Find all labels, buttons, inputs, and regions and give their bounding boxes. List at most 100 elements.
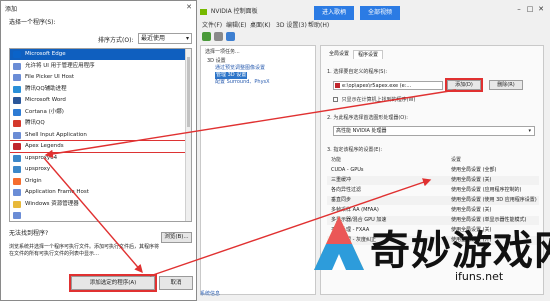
back-icon[interactable] — [202, 32, 211, 41]
close-icon[interactable]: ✕ — [536, 4, 546, 14]
app-icon — [13, 74, 21, 81]
settings-row[interactable]: 各向异性过滤 使用全局设置 (应用程序控制的) — [327, 186, 539, 195]
program-list-item[interactable]: Microsoft Edge — [10, 49, 186, 60]
feature-setting: 使用全局设置 (应用程序控制的) — [451, 187, 522, 193]
program-list-item[interactable]: 允许将 UI 用于管理应用程序 — [10, 61, 186, 72]
toolbar — [200, 31, 542, 43]
forward-icon[interactable] — [214, 32, 223, 41]
folder-icon — [13, 200, 21, 208]
tree-item-preview[interactable]: 通过预览调整图像设置 — [215, 65, 265, 72]
menu-bar: 文件(F) 编辑(E) 桌面(K) 3D 设置(3) 帮助(H) — [200, 21, 542, 31]
program-list-item[interactable]: Origin — [10, 176, 186, 187]
list-scrollbar[interactable] — [185, 49, 191, 221]
program-list-item[interactable]: 腾讯QQ — [10, 118, 186, 129]
close-icon[interactable]: ✕ — [186, 3, 192, 11]
origin-icon — [13, 177, 21, 185]
settings-row[interactable]: CUDA - GPUs 使用全局设置 (全部) — [327, 166, 539, 175]
sort-select-value: 最近使用 — [141, 35, 166, 42]
apex-icon — [13, 143, 21, 150]
tree-item-manage-3d[interactable]: 管理 3D 设置 — [215, 72, 248, 79]
step2-label: 2. 为此程序选择首选图形处理器(O): — [327, 115, 408, 121]
program-list-item[interactable]: 腾讯QQ辅助进程 — [10, 84, 186, 95]
step1-label: 1. 选择要自定义的程序(S): — [327, 69, 388, 75]
home-icon[interactable] — [226, 32, 235, 41]
nvidia-logo-icon — [200, 8, 207, 15]
add-selected-program-button[interactable]: 添加选定的程序(A) — [69, 274, 157, 292]
menu-edit[interactable]: 编辑(E) — [226, 21, 246, 31]
program-list-item[interactable]: Apex Legends — [10, 140, 187, 153]
program-list-item[interactable]: Microsoft Word — [10, 95, 186, 106]
minimize-icon[interactable]: – — [514, 4, 524, 14]
browse-button[interactable]: 浏览(B)... — [161, 232, 192, 243]
program-list-item[interactable]: Shell Input Application — [10, 130, 186, 141]
top-button-2[interactable]: 全部视频 — [360, 6, 400, 20]
menu-3d-settings[interactable]: 3D 设置(3) — [276, 21, 307, 31]
apex-program-icon — [335, 83, 340, 88]
checkbox-icon — [333, 97, 338, 102]
program-list-item-label: Cortana (小娜) — [25, 108, 64, 115]
program-list-item[interactable]: Application Frame Host — [10, 187, 186, 198]
word-icon — [13, 97, 21, 104]
window-controls: – □ ✕ — [514, 4, 548, 16]
program-list-item[interactable]: upsproxy64 — [10, 153, 186, 164]
program-list-item-label: Apex Legends — [25, 143, 64, 149]
program-list-item[interactable]: upsproxy — [10, 164, 186, 175]
program-list-item[interactable]: Cortana (小娜) — [10, 107, 186, 118]
tree-item-3d-settings[interactable]: 3D 设置 — [207, 58, 226, 65]
step3-label: 3. 指定该程序的设置(E): — [327, 147, 383, 153]
watermark-logo-icon — [314, 216, 364, 270]
edge-icon — [13, 51, 21, 58]
watermark: 奇妙游戏网 ifuns.net — [300, 200, 550, 301]
app-icon — [13, 166, 21, 173]
scrollbar-thumb[interactable] — [187, 57, 190, 127]
tab-program-settings[interactable]: 程序设置 — [353, 50, 384, 59]
program-list-item-label: Application Frame Host — [25, 189, 89, 195]
task-tree: 选择一项任务... 3D 设置 通过预览调整图像设置 管理 3D 设置 配置 S… — [200, 45, 316, 295]
program-list-item[interactable] — [10, 210, 186, 221]
cancel-button[interactable]: 取消 — [159, 276, 193, 290]
window-title-text: NVIDIA 控制面板 — [210, 8, 258, 15]
program-select[interactable]: e:\op\apex\r5apex.exe (e:... — [333, 81, 443, 90]
program-list-item-label: Microsoft Edge — [25, 51, 66, 57]
menu-file[interactable]: 文件(F) — [202, 21, 222, 31]
program-list-item-label: Windows 资源管理器 — [25, 200, 79, 207]
maximize-icon[interactable]: □ — [525, 4, 535, 14]
program-list-item[interactable]: File Picker UI Host — [10, 72, 186, 83]
program-list-item-label: upsproxy — [25, 166, 51, 172]
feature-name: 三重缓冲 — [331, 177, 352, 183]
program-list-item-label: 允许将 UI 用于管理应用程序 — [25, 62, 95, 69]
program-select-value: e:\op\apex\r5apex.exe (e:... — [342, 83, 412, 89]
add-program-button[interactable]: 添加(D) — [445, 78, 483, 92]
feature-name: 各向异性过滤 — [331, 187, 362, 193]
tab-global-settings[interactable]: 全局设置 — [325, 50, 353, 59]
program-list-item[interactable]: Windows 资源管理器 — [10, 199, 186, 210]
program-list-item-label: upsproxy64 — [25, 154, 58, 161]
settings-row[interactable]: 三重缓冲 使用全局设置 (关) — [327, 176, 539, 185]
program-list[interactable]: Microsoft Edge 允许将 UI 用于管理应用程序 File Picker… — [9, 48, 192, 222]
dialog-title: 添加 — [5, 6, 18, 13]
program-list-item-label: File Picker UI Host — [25, 74, 75, 80]
app-icon — [13, 131, 21, 139]
system-info-link[interactable]: 系统信息 — [200, 291, 220, 297]
gpu-select[interactable]: 高性能 NVIDIA 处理器 ▾ — [333, 126, 535, 136]
cortana-icon — [13, 108, 21, 116]
sort-select[interactable]: 最近使用 ▾ — [138, 33, 192, 44]
show-only-found-checkbox[interactable]: 只显示在计算机上找到的程序(W) — [333, 96, 415, 103]
app-icon — [13, 212, 21, 219]
watermark-text: 奇妙游戏网 — [370, 228, 550, 274]
top-button-1[interactable]: 进入歌柄 — [314, 6, 354, 20]
menu-desktop[interactable]: 桌面(K) — [250, 21, 271, 31]
menu-help[interactable]: 帮助(H) — [308, 21, 329, 31]
tree-item-surround[interactable]: 配置 Surround、PhysX — [215, 79, 270, 86]
program-list-item-label: Shell Input Application — [25, 131, 87, 138]
select-program-label: 选择一个程序(S): — [9, 19, 56, 26]
feature-name: CUDA - GPUs — [331, 167, 364, 173]
program-list-item-label: 腾讯QQ — [25, 120, 45, 126]
tree-header: 选择一项任务... — [205, 49, 240, 55]
remove-program-button[interactable]: 删除(R) — [489, 80, 523, 90]
program-list-item-label: Microsoft Word — [25, 97, 66, 103]
app-icon — [13, 189, 21, 196]
feature-column-header: 功能 — [331, 157, 342, 163]
feature-setting: 使用全局设置 (关) — [451, 177, 492, 183]
not-found-label: 无法找到程序? — [9, 230, 49, 237]
